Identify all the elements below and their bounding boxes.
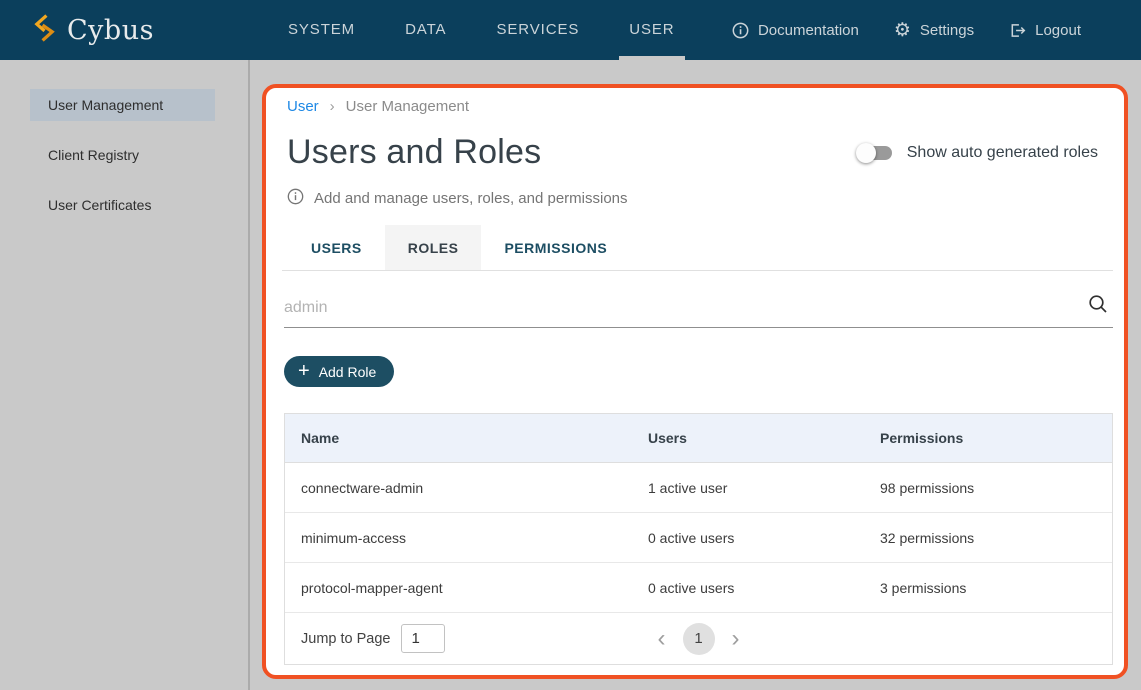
page-subtitle-row: Add and manage users, roles, and permiss… — [282, 188, 1113, 209]
role-permissions: 3 permissions — [864, 563, 1112, 612]
role-name: protocol-mapper-agent — [285, 563, 632, 612]
breadcrumb: User › User Management — [282, 98, 1113, 115]
settings-button[interactable]: ⚙ Settings — [894, 21, 974, 40]
top-navbar: Cybus SYSTEM DATA SERVICES USER Document… — [0, 0, 1141, 60]
tab-users[interactable]: USERS — [288, 225, 385, 270]
nav-menu: SYSTEM DATA SERVICES USER — [288, 0, 675, 60]
column-header-permissions: Permissions — [864, 414, 1112, 462]
nav-actions: Documentation ⚙ Settings Logout — [732, 0, 1081, 60]
pagination-bar: Jump to Page ‹ 1 › — [285, 613, 1112, 664]
logout-button[interactable]: Logout — [1009, 22, 1081, 39]
brand-name: Cybus — [67, 15, 154, 46]
column-header-name: Name — [285, 414, 632, 462]
plus-icon: + — [298, 361, 310, 381]
nav-item-services[interactable]: SERVICES — [496, 0, 579, 60]
jump-to-page-input[interactable] — [401, 624, 445, 653]
info-circle-icon — [732, 22, 749, 39]
logout-icon — [1009, 22, 1026, 39]
jump-to-page-label: Jump to Page — [301, 631, 390, 647]
chevron-left-icon[interactable]: ‹ — [655, 627, 669, 651]
gear-icon: ⚙ — [894, 21, 911, 40]
toggle-label: Show auto generated roles — [907, 144, 1098, 162]
nav-item-data[interactable]: DATA — [405, 0, 446, 60]
table-row[interactable]: connectware-admin 1 active user 98 permi… — [285, 463, 1112, 513]
sidebar-item-user-certificates[interactable]: User Certificates — [30, 189, 215, 221]
auto-roles-toggle-group: Show auto generated roles — [856, 143, 1113, 163]
tab-roles[interactable]: ROLES — [385, 225, 482, 270]
documentation-button[interactable]: Documentation — [732, 22, 859, 39]
page-title: Users and Roles — [287, 133, 541, 172]
role-name: connectware-admin — [285, 463, 632, 512]
add-role-button[interactable]: + Add Role — [284, 356, 394, 387]
tab-permissions[interactable]: PERMISSIONS — [481, 225, 630, 270]
toggle-knob — [856, 143, 876, 163]
column-header-users: Users — [632, 414, 864, 462]
add-role-label: Add Role — [319, 364, 377, 380]
pager: ‹ 1 › — [655, 623, 743, 655]
page-number-button[interactable]: 1 — [683, 623, 715, 655]
breadcrumb-current: User Management — [346, 98, 469, 115]
role-users: 0 active users — [632, 513, 864, 562]
logout-label: Logout — [1035, 22, 1081, 39]
search-row — [284, 293, 1113, 328]
nav-item-user[interactable]: USER — [629, 0, 674, 60]
chevron-right-icon[interactable]: › — [729, 627, 743, 651]
nav-item-system[interactable]: SYSTEM — [288, 0, 355, 60]
sidebar-item-client-registry[interactable]: Client Registry — [30, 139, 215, 171]
settings-label: Settings — [920, 22, 974, 39]
cybus-diamond-icon — [33, 13, 56, 48]
show-auto-roles-toggle[interactable] — [856, 143, 892, 163]
chevron-right-icon: › — [330, 98, 335, 115]
search-input[interactable] — [284, 293, 1113, 328]
documentation-label: Documentation — [758, 22, 859, 39]
roles-table: Name Users Permissions connectware-admin… — [284, 413, 1113, 665]
sidebar: User Management Client Registry User Cer… — [0, 60, 250, 690]
table-row[interactable]: protocol-mapper-agent 0 active users 3 p… — [285, 563, 1112, 613]
info-circle-icon — [287, 188, 304, 209]
role-permissions: 98 permissions — [864, 463, 1112, 512]
role-users: 1 active user — [632, 463, 864, 512]
table-header-row: Name Users Permissions — [285, 414, 1112, 463]
page-header: Users and Roles Show auto generated role… — [282, 133, 1113, 172]
brand-logo[interactable]: Cybus — [33, 0, 154, 60]
role-name: minimum-access — [285, 513, 632, 562]
table-row[interactable]: minimum-access 0 active users 32 permiss… — [285, 513, 1112, 563]
search-icon[interactable] — [1087, 293, 1109, 320]
page-subtitle: Add and manage users, roles, and permiss… — [314, 190, 628, 207]
role-permissions: 32 permissions — [864, 513, 1112, 562]
sidebar-item-user-management[interactable]: User Management — [30, 89, 215, 121]
role-users: 0 active users — [632, 563, 864, 612]
main-content-card: User › User Management Users and Roles S… — [262, 84, 1128, 679]
breadcrumb-link-user[interactable]: User — [287, 98, 319, 115]
tab-bar: USERS ROLES PERMISSIONS — [282, 225, 1113, 271]
